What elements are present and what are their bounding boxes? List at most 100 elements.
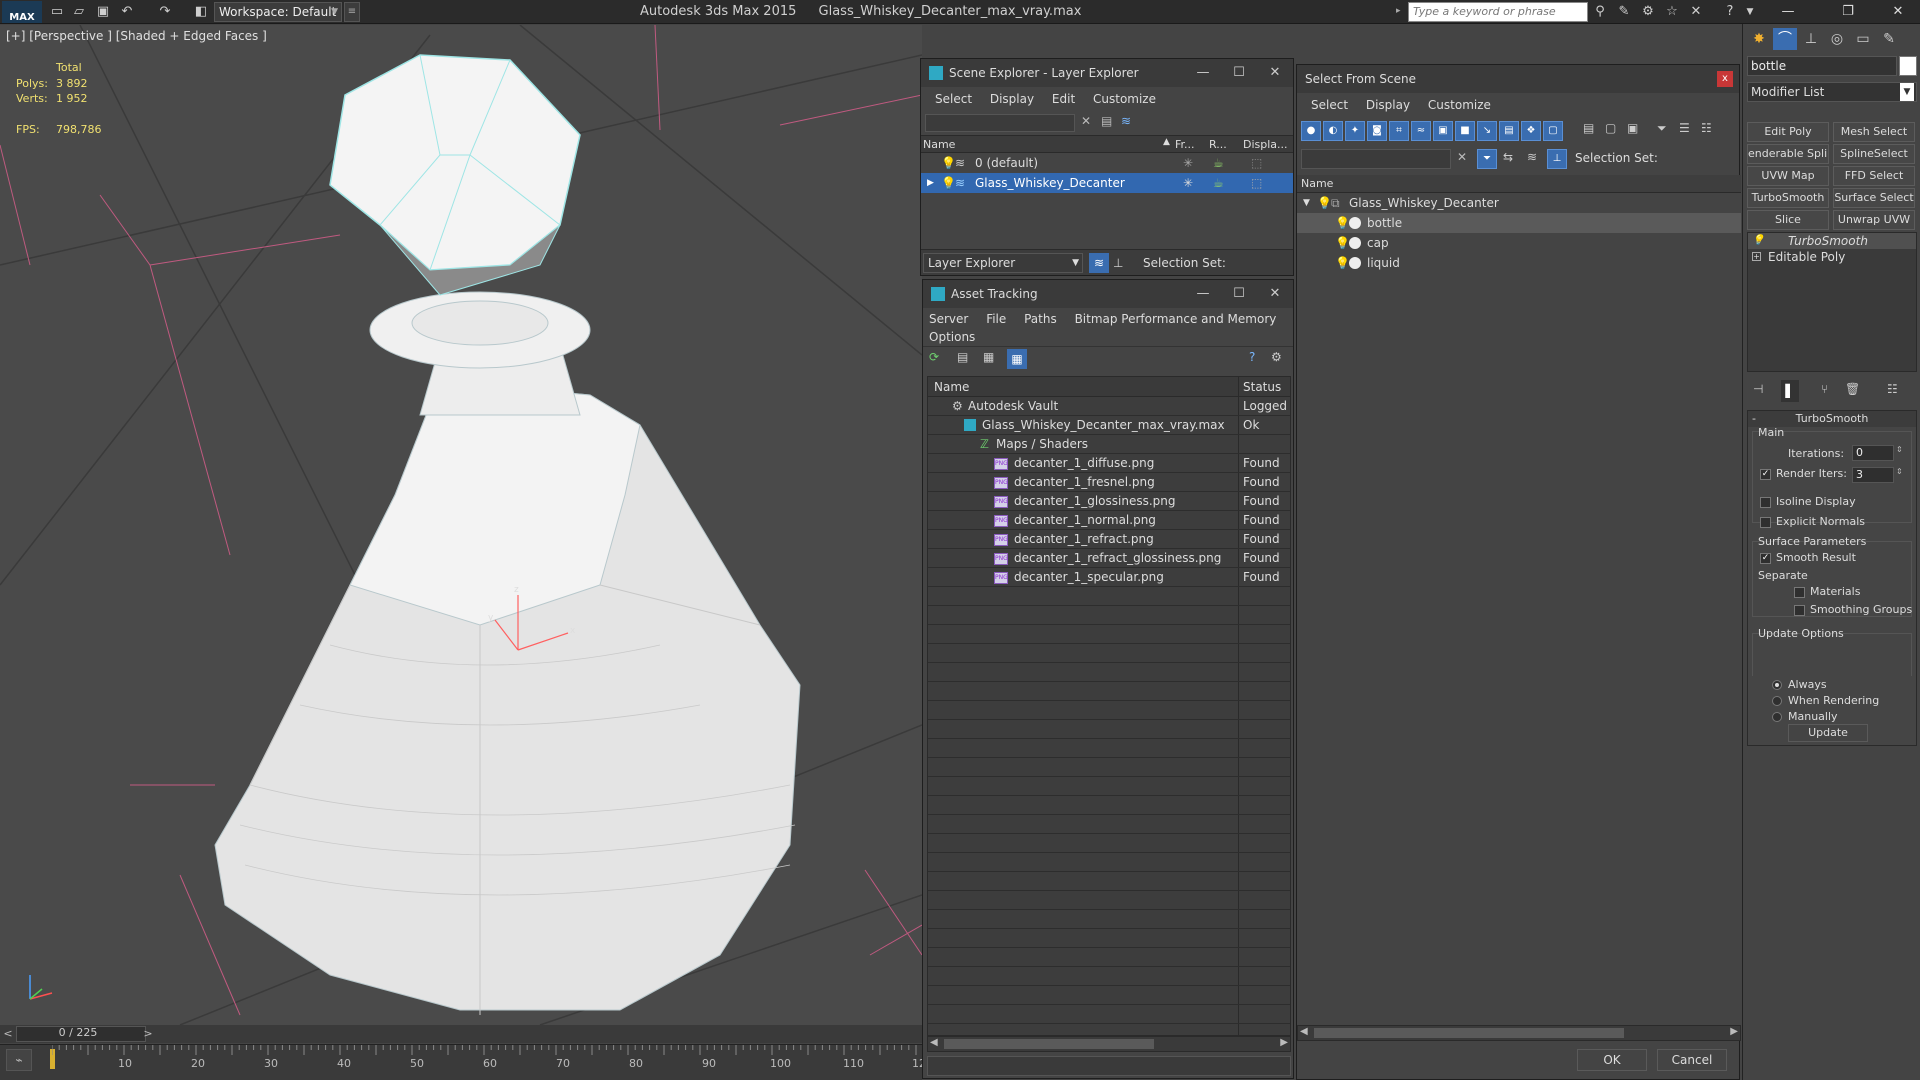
menu-display[interactable]: Display (1366, 93, 1410, 117)
spinner-arrows-icon[interactable]: ⇕ (1896, 467, 1903, 476)
table-row[interactable]: ⚙ Autodesk Vault Logged O (928, 397, 1290, 416)
shapes-filter-icon[interactable]: ◐ (1323, 121, 1343, 141)
render-iters-spinner[interactable]: 3 (1852, 467, 1894, 483)
clear-find-icon[interactable]: ✕ (1081, 114, 1091, 128)
explorer-type-dropdown[interactable]: Layer Explorer ▼ (923, 253, 1083, 273)
modify-tab-icon[interactable]: ⌒ (1773, 28, 1797, 50)
asset-status-input[interactable] (927, 1056, 1291, 1076)
configure-sets-icon[interactable]: ☷ (1887, 382, 1898, 396)
new-layer-icon[interactable]: ▤ (1101, 114, 1112, 128)
table-row[interactable]: PNG decanter_1_refract_glossiness.png Fo… (928, 549, 1290, 568)
asset-tracking-titlebar[interactable]: Asset Tracking — ☐ ✕ (923, 280, 1293, 308)
settings-icon[interactable]: ⚙ (1271, 350, 1282, 364)
render-iters-checkbox[interactable]: ✓ (1760, 469, 1771, 480)
motion-tab-icon[interactable]: ◎ (1825, 28, 1849, 50)
filter-icon[interactable]: ⏷ (1657, 121, 1667, 136)
expand-plus-icon[interactable]: + (1752, 252, 1761, 261)
cameras-filter-icon[interactable]: ◙ (1367, 121, 1387, 141)
expand-arrow-icon[interactable]: ▶ (927, 173, 934, 193)
restore-icon[interactable]: ❐ (1830, 2, 1866, 22)
select-invert-icon[interactable]: ▣ (1627, 121, 1638, 135)
unwrap-uvw-button[interactable]: Unwrap UVW (1833, 210, 1915, 230)
workspace-dropdown[interactable]: Workspace: Default ▼ (214, 2, 342, 22)
filter-selected-icon[interactable]: ⏷ (1477, 149, 1497, 169)
menu-display[interactable]: Display (990, 87, 1034, 111)
maximize-icon[interactable]: ☐ (1221, 280, 1257, 308)
column-render[interactable]: R... (1209, 138, 1227, 151)
uvw-map-button[interactable]: UVW Map (1747, 166, 1829, 186)
lightbulb-icon[interactable]: 💡 (1335, 233, 1350, 253)
perspective-viewport[interactable]: z x y [+] [Perspective ] [Shaded + Edged… (0, 25, 922, 1025)
containers-filter-icon[interactable]: ▤ (1499, 121, 1519, 141)
xrefs-filter-icon[interactable]: ■ (1455, 121, 1475, 141)
geometry-filter-icon[interactable]: ● (1301, 121, 1321, 141)
next-frame-button[interactable]: > (140, 1025, 156, 1043)
hierarchy-tab-icon[interactable]: ⊥ (1799, 28, 1823, 50)
menu-edit[interactable]: Edit (1052, 87, 1075, 111)
spacewarps-filter-icon[interactable]: ≈ (1411, 121, 1431, 141)
horizontal-scrollbar[interactable]: ◀ ▶ (927, 1036, 1291, 1052)
menu-customize[interactable]: Customize (1428, 93, 1491, 117)
column-name[interactable]: Name (1297, 175, 1741, 193)
hidden-filter-icon[interactable]: ▢ (1543, 121, 1563, 141)
mesh-select-button[interactable]: Mesh Select (1833, 122, 1915, 142)
scene-explorer-titlebar[interactable]: Scene Explorer - Layer Explorer — ☐ ✕ (921, 59, 1293, 87)
pin-stack-icon[interactable]: ⊣ (1753, 382, 1763, 396)
bones-filter-icon[interactable]: ↘ (1477, 121, 1497, 141)
renderable-spline-button[interactable]: enderable Splin (1747, 144, 1829, 164)
make-unique-icon[interactable]: ⑂ (1821, 382, 1828, 396)
layer-row[interactable]: 💡 ≋ 0 (default) ✳ ☕ ⬚ (921, 153, 1293, 173)
thumbnail-view-icon[interactable]: ▦ (983, 350, 994, 364)
stack-item-editable-poly[interactable]: + Editable Poly (1748, 249, 1916, 265)
frozen-filter-icon[interactable]: ❖ (1521, 121, 1541, 141)
layers-icon[interactable]: ≋ (1527, 150, 1537, 164)
object-color-swatch[interactable] (1899, 56, 1917, 76)
select-none-icon[interactable]: ▢ (1605, 121, 1616, 135)
menu-paths[interactable]: Paths (1024, 310, 1057, 328)
modifier-list-dropdown[interactable]: Modifier List ▼ (1747, 82, 1917, 102)
options-icon[interactable]: ☷ (1701, 121, 1712, 135)
close-icon[interactable]: ✕ (1880, 2, 1916, 22)
close-icon[interactable]: ✕ (1257, 59, 1293, 87)
minimize-icon[interactable]: — (1185, 280, 1221, 308)
table-row[interactable]: PNG decanter_1_diffuse.png Found (928, 454, 1290, 473)
tree-item-liquid[interactable]: 💡 liquid (1297, 253, 1741, 273)
lightbulb-icon[interactable]: 💡 (1335, 253, 1350, 273)
maximize-icon[interactable]: ☐ (1221, 59, 1257, 87)
spline-select-button[interactable]: SplineSelect (1833, 144, 1915, 164)
tree-item-group[interactable]: ▼ 💡 ⧉ Glass_Whiskey_Decanter (1297, 193, 1741, 213)
menu-server[interactable]: Server (929, 310, 968, 328)
clear-find-icon[interactable]: ✕ (1457, 150, 1467, 164)
lights-filter-icon[interactable]: ✦ (1345, 121, 1365, 141)
exchange-icon[interactable]: ✕ (1686, 3, 1706, 21)
display-box-icon[interactable]: ⬚ (1251, 153, 1262, 173)
scroll-thumb[interactable] (1314, 1028, 1624, 1038)
lightbulb-icon[interactable]: 💡 (1335, 213, 1350, 233)
create-tab-icon[interactable]: ✸ (1747, 28, 1771, 50)
ffd-select-button[interactable]: FFD Select (1833, 166, 1915, 186)
ok-button[interactable]: OK (1577, 1049, 1647, 1071)
track-bar[interactable]: ⌁ 10 20 30 40 50 60 70 80 90 100 110 12 (0, 1044, 926, 1080)
binoculars-icon[interactable]: ⚲ (1590, 3, 1610, 21)
table-row[interactable]: PNG decanter_1_glossiness.png Found (928, 492, 1290, 511)
open-file-icon[interactable]: ▱ (70, 3, 88, 21)
teapot-render-icon[interactable]: ☕ (1213, 153, 1224, 173)
scroll-thumb[interactable] (944, 1039, 1154, 1049)
sort-icon[interactable]: ☰ (1679, 121, 1690, 135)
scroll-right-icon[interactable]: ▶ (1280, 1037, 1288, 1048)
cancel-button[interactable]: Cancel (1657, 1049, 1727, 1071)
select-all-icon[interactable]: ▤ (1583, 121, 1594, 135)
table-row[interactable]: PNG decanter_1_fresnel.png Found (928, 473, 1290, 492)
lightbulb-icon[interactable]: 💡 (941, 173, 956, 193)
column-name[interactable]: Name (934, 377, 969, 397)
surface-select-button[interactable]: Surface Select (1833, 188, 1915, 208)
display-box-icon[interactable]: ⬚ (1251, 173, 1262, 193)
add-to-layer-icon[interactable]: ≋ (1121, 114, 1131, 128)
project-folder-icon[interactable]: ◧ (192, 3, 210, 21)
update-always-radio[interactable] (1772, 680, 1782, 690)
column-status[interactable]: Status (1243, 377, 1281, 397)
iterations-spinner[interactable]: 0 (1852, 445, 1894, 461)
smoothing-groups-checkbox[interactable] (1794, 605, 1805, 616)
table-row[interactable]: ℤ Maps / Shaders (928, 435, 1290, 454)
favorites-star-icon[interactable]: ☆ (1662, 3, 1682, 21)
